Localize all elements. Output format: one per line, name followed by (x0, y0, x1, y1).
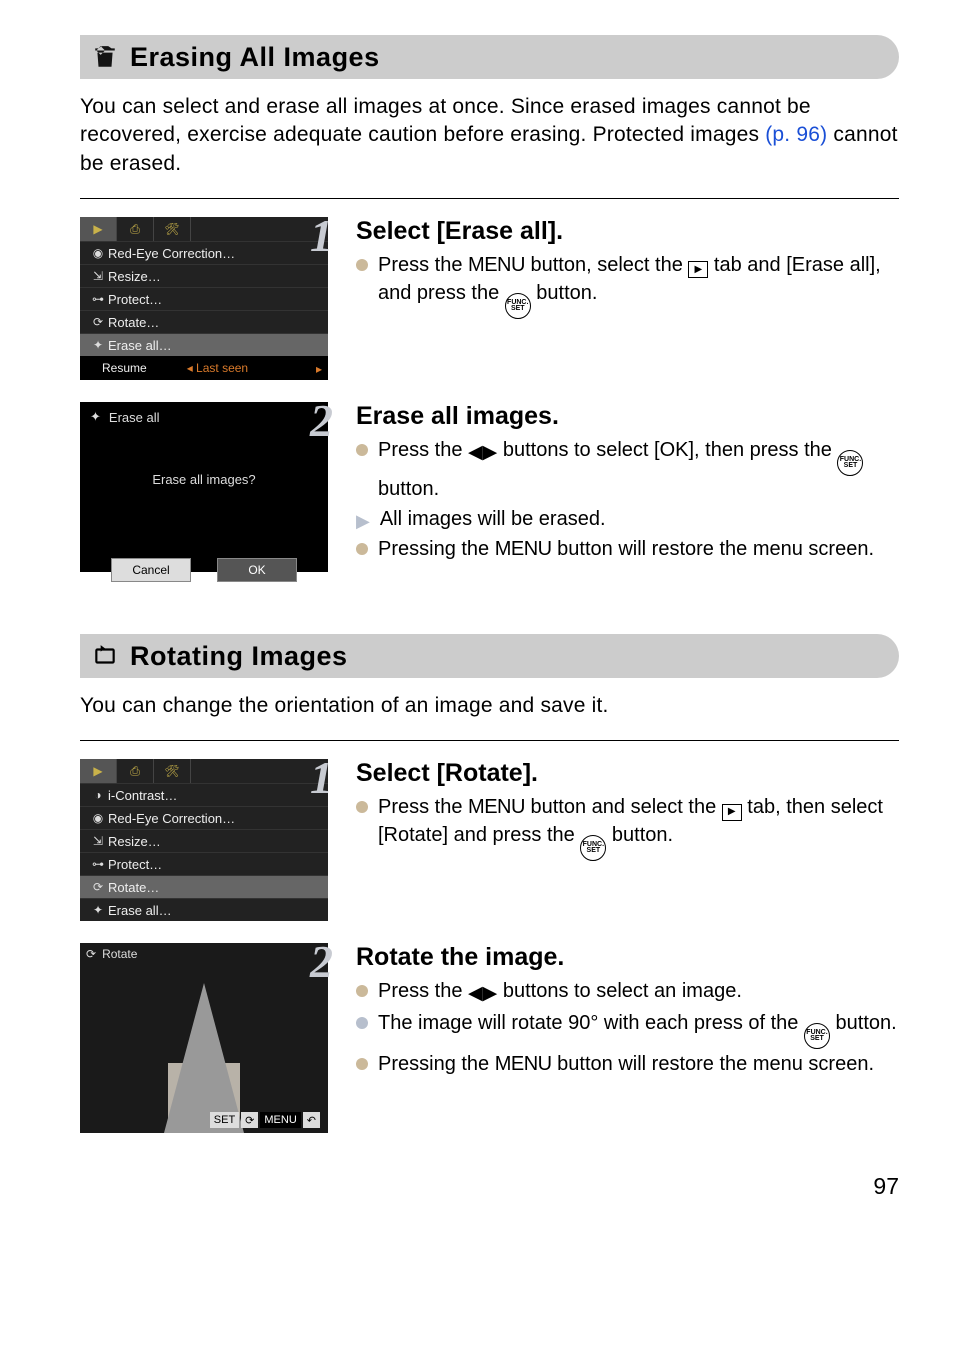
rotate-icon: ⟳ (86, 947, 96, 961)
step2-result: All images will be erased. (380, 506, 606, 534)
rotate-title: Rotate (102, 947, 137, 961)
back-chip-icon: ↶ (303, 1112, 320, 1128)
step1-text: Press the MENU button, select the ▶ tab … (378, 252, 899, 319)
divider (80, 740, 899, 741)
redeye-icon: ◉ (88, 811, 108, 825)
ok-button[interactable]: OK (217, 558, 297, 582)
menu-chip: MENU (260, 1112, 300, 1128)
set-chip: SET (210, 1112, 239, 1128)
dialog-message: Erase all images? (80, 432, 328, 554)
bullet-icon (356, 444, 368, 456)
menu-row: ⟳Rotate… (80, 310, 328, 333)
resize-icon: ⇲ (88, 834, 108, 848)
menu-row: ⊶Protect… (80, 287, 328, 310)
menu-row: ⇲Resize… (80, 264, 328, 287)
church-spire (164, 983, 244, 1133)
tab-tools-icon: 🛠 (154, 759, 191, 783)
dialog-screenshot-erase: ✦Erase all Erase all images? Cancel OK (80, 402, 328, 572)
tab-print-icon: ⎙ (117, 217, 154, 241)
func-set-button-icon: FUNC.SET (804, 1023, 830, 1049)
step-number-2: 2 (310, 394, 333, 447)
step-heading: Erase all images. (356, 402, 899, 431)
bullet-icon (356, 801, 368, 813)
step3-text: Press the MENU button and select the ▶ t… (378, 794, 899, 861)
step-heading: Select [Erase all]. (356, 217, 899, 246)
play-tab-icon: ▶ (722, 804, 742, 821)
menu-row: ✦Erase all… (80, 898, 328, 921)
section-title-erase: Erasing All Images (130, 42, 380, 73)
rotate-chip-icon: ⟳ (241, 1112, 258, 1128)
func-set-button-icon: FUNC.SET (505, 293, 531, 319)
left-right-arrows-icon: ◀▶ (468, 442, 497, 463)
bullet-icon (356, 1058, 368, 1070)
bullet-icon (356, 259, 368, 271)
step-heading: Rotate the image. (356, 943, 899, 972)
divider (80, 198, 899, 199)
menu-row: ◉Red-Eye Correction… (80, 241, 328, 264)
intro-rotate: You can change the orientation of an ima… (80, 692, 899, 720)
redeye-icon: ◉ (88, 246, 108, 260)
menu-button-label: MENU (468, 254, 525, 276)
intro-erase: You can select and erase all images at o… (80, 93, 899, 178)
menu-screenshot-rotate: ▶ ⎙ 🛠 ◑i-Contrast… ◉Red-Eye Correction… … (80, 759, 328, 921)
step-heading: Select [Rotate]. (356, 759, 899, 788)
menu-row-selected: ✦Erase all… (80, 333, 328, 356)
rotate-preview-screenshot: ⟳ Rotate SET ⟳ MENU ↶ (80, 943, 328, 1133)
intro-text: You can select and erase all images at o… (80, 95, 811, 146)
menu-row: ⇲Resize… (80, 829, 328, 852)
bullet-icon (356, 1017, 368, 1029)
rotate-icon: ⟳ (88, 315, 108, 329)
section-header-rotate: Rotating Images (80, 634, 899, 678)
eraseall-icon: ✦ (88, 338, 108, 352)
step-number-1: 1 (310, 209, 333, 262)
eraseall-icon: ✦ (88, 903, 108, 917)
func-set-button-icon: FUNC.SET (580, 835, 606, 861)
protect-icon: ⊶ (88, 857, 108, 871)
func-set-button-icon: FUNC.SET (837, 450, 863, 476)
dialog-title: Erase all (109, 410, 160, 425)
tab-play-icon: ▶ (80, 217, 117, 241)
page-ref-link[interactable]: (p. 96) (765, 123, 827, 146)
menu-footer: Resume ◂ Last seen ▸ (80, 356, 328, 380)
section-title-rotate: Rotating Images (130, 641, 348, 672)
result-arrow-icon: ▶ (356, 509, 370, 534)
play-tab-icon: ▶ (688, 261, 708, 278)
step4-text2: The image will rotate 90° with each pres… (378, 1010, 897, 1049)
bullet-icon (356, 543, 368, 555)
menu-button-label: MENU (468, 796, 525, 818)
menu-button-label: MENU (495, 1053, 552, 1075)
cancel-button[interactable]: Cancel (111, 558, 191, 582)
menu-row: ◉Red-Eye Correction… (80, 806, 328, 829)
step2-text2: Pressing the MENU button will restore th… (378, 536, 874, 564)
left-right-arrows-icon: ◀▶ (468, 983, 497, 1004)
footer-arrow-icon: ▸ (316, 362, 322, 376)
erase-all-icon (80, 44, 130, 70)
step4-text3: Pressing the MENU button will restore th… (378, 1051, 874, 1079)
tab-play-icon: ▶ (80, 759, 117, 783)
eraseall-icon: ✦ (90, 409, 101, 425)
footer-lastseen: ◂ Last seen (187, 361, 248, 375)
tab-print-icon: ⎙ (117, 759, 154, 783)
rotate-section-icon (80, 643, 130, 669)
menu-row: ⊶Protect… (80, 852, 328, 875)
section-header-erase: Erasing All Images (80, 35, 899, 79)
step2-text: Press the ◀▶ buttons to select [OK], the… (378, 437, 899, 504)
step4-text1: Press the ◀▶ buttons to select an image. (378, 978, 742, 1007)
step-number-1: 1 (310, 751, 333, 804)
footer-resume: Resume (102, 361, 147, 375)
icontrast-icon: ◑ (88, 788, 108, 802)
menu-screenshot-erase: ▶ ⎙ 🛠 ◉Red-Eye Correction… ⇲Resize… ⊶Pro… (80, 217, 328, 380)
bullet-icon (356, 985, 368, 997)
menu-button-label: MENU (495, 538, 552, 560)
resize-icon: ⇲ (88, 269, 108, 283)
page-number: 97 (80, 1173, 899, 1200)
rotate-icon: ⟳ (88, 880, 108, 894)
protect-icon: ⊶ (88, 292, 108, 306)
step-number-2: 2 (310, 935, 333, 988)
tab-tools-icon: 🛠 (154, 217, 191, 241)
menu-row-selected: ⟳Rotate… (80, 875, 328, 898)
menu-row: ◑i-Contrast… (80, 783, 328, 806)
